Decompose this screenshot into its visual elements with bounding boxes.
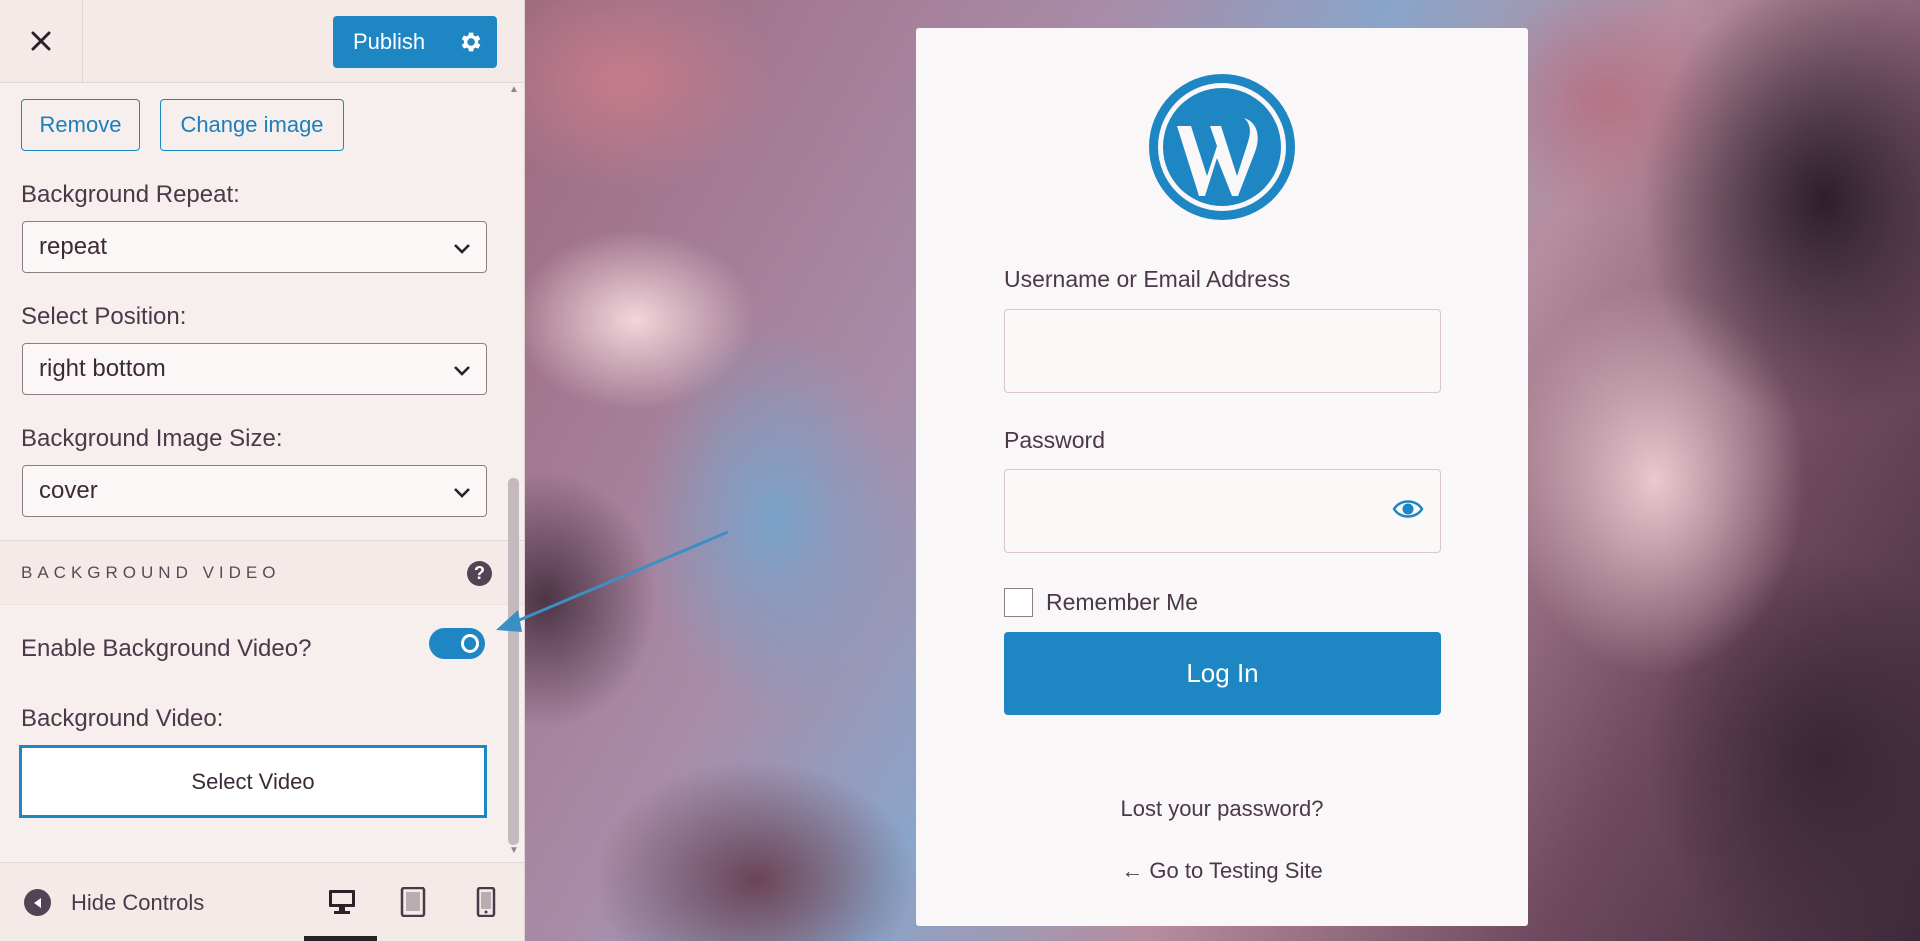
remember-me[interactable]: Remember Me	[1004, 588, 1198, 617]
active-device-indicator	[304, 936, 377, 941]
hide-controls-button[interactable]: Hide Controls	[24, 889, 204, 916]
site-preview: Username or Email Address Password Remem…	[525, 0, 1920, 941]
close-icon	[31, 31, 51, 51]
login-form: Username or Email Address Password Remem…	[916, 28, 1528, 926]
bg-repeat-select[interactable]: repeat	[22, 221, 487, 273]
show-password-icon[interactable]	[1392, 497, 1424, 521]
hide-controls-label: Hide Controls	[71, 889, 205, 915]
customizer-header: Publish	[0, 0, 524, 83]
username-label: Username or Email Address	[1004, 266, 1291, 292]
bg-image-size-label: Background Image Size:	[21, 425, 283, 452]
chevron-down-icon	[454, 488, 470, 498]
login-button[interactable]: Log In	[1004, 632, 1441, 715]
select-video-button[interactable]: Select Video	[19, 745, 487, 818]
chevron-down-icon	[454, 366, 470, 376]
bg-image-size-value: cover	[39, 477, 98, 504]
select-position-select[interactable]: right bottom	[22, 343, 487, 395]
remember-me-label: Remember Me	[1046, 589, 1199, 615]
customizer-footer: Hide Controls	[0, 862, 524, 941]
bg-video-section-title: BACKGROUND VIDEO	[21, 563, 281, 582]
customizer-sidebar: Publish ▲ Remove Change image Background…	[0, 0, 525, 941]
publish-label: Publish	[353, 29, 426, 54]
tablet-icon[interactable]	[400, 887, 426, 917]
enable-video-label: Enable Background Video?	[21, 635, 312, 662]
bg-video-section-header: BACKGROUND VIDEO ?	[0, 540, 524, 605]
select-position-value: right bottom	[39, 355, 166, 382]
chevron-down-icon	[454, 244, 470, 254]
remove-image-button[interactable]: Remove	[21, 99, 140, 151]
lost-password-link[interactable]: Lost your password?	[916, 796, 1528, 822]
enable-video-toggle[interactable]	[429, 628, 485, 659]
back-to-site-link[interactable]: ← Go to Testing Site	[916, 858, 1528, 884]
bg-repeat-value: repeat	[39, 233, 108, 260]
wordpress-logo[interactable]	[1147, 72, 1297, 222]
change-image-button[interactable]: Change image	[160, 99, 344, 151]
bg-image-size-select[interactable]: cover	[22, 465, 487, 517]
sidebar-scrollbar[interactable]	[508, 478, 519, 845]
close-button[interactable]	[0, 0, 83, 82]
select-position-label: Select Position:	[21, 303, 187, 330]
mobile-icon[interactable]	[476, 887, 496, 917]
scroll-up-arrow[interactable]: ▲	[509, 84, 519, 95]
collapse-icon	[24, 889, 51, 916]
password-label: Password	[1004, 427, 1105, 453]
help-icon[interactable]: ?	[467, 561, 492, 586]
bg-repeat-label: Background Repeat:	[21, 181, 240, 208]
bg-video-label: Background Video:	[21, 705, 224, 732]
username-input[interactable]	[1004, 309, 1441, 393]
gear-icon[interactable]	[457, 29, 483, 55]
scroll-down-arrow[interactable]: ▼	[509, 845, 519, 856]
publish-button[interactable]: Publish	[333, 16, 497, 68]
password-input[interactable]	[1004, 469, 1441, 553]
remember-me-checkbox[interactable]	[1004, 588, 1033, 617]
desktop-icon[interactable]	[327, 887, 357, 917]
toggle-knob	[461, 634, 479, 653]
